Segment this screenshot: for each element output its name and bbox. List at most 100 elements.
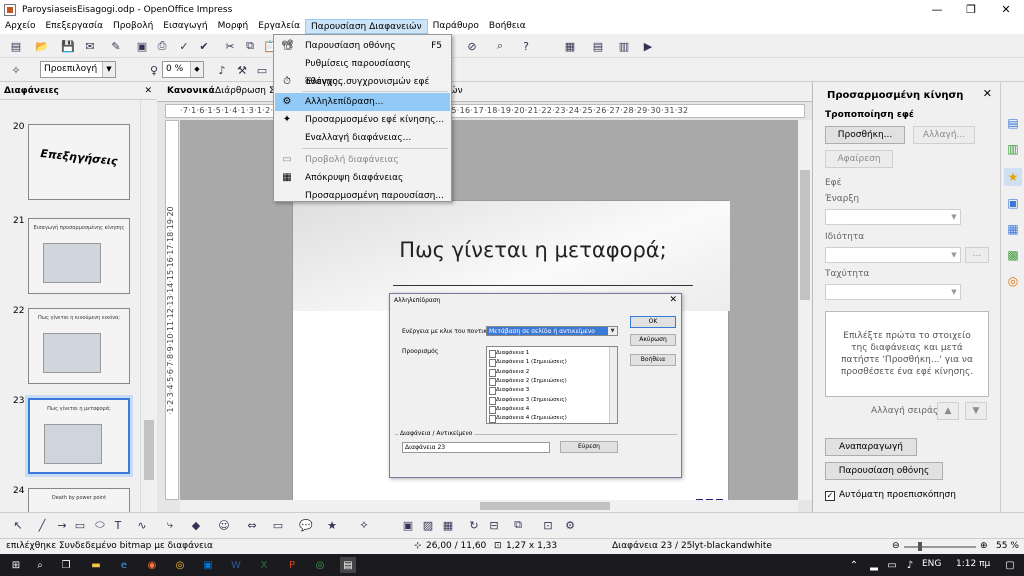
autopreview-checkbox[interactable]: ✓ [825,491,835,501]
callouts-icon[interactable]: 💬 [298,517,314,533]
task-view-icon[interactable]: ❐ [58,557,74,573]
target-input[interactable]: Διαφάνεια 23 [402,442,550,453]
chevron-up-icon[interactable]: ⌃ [846,557,862,573]
dropdown-menu-item[interactable]: Εναλλαγή διαφάνειας... [275,129,450,147]
autospell-icon[interactable]: ✔ [196,38,212,54]
navigator-icon[interactable]: ◎ [1004,272,1022,290]
change-effect-button[interactable]: Αλλαγή... [913,126,975,144]
slideshow-button[interactable]: Παρουσίαση οθόνης [825,462,943,480]
zoom-in-icon[interactable]: ⊕ [980,541,988,551]
menu-item[interactable]: Επεξεργασία [41,19,109,34]
add-effect-button[interactable]: Προσθήκη... [825,126,905,144]
property-select[interactable]: ▼ [825,247,961,263]
slide-layout-icon[interactable]: ▦ [562,38,578,54]
edit-file-icon[interactable]: ✎ [108,38,124,54]
close-icon[interactable]: ✕ [669,295,677,305]
view-tab[interactable]: Διάρθρωση [215,86,266,96]
chrome-icon[interactable]: ◎ [172,557,188,573]
start-select[interactable]: ▼ [825,209,961,225]
crop-icon[interactable]: ♪ [214,62,230,78]
zoom-slider[interactable] [904,546,976,548]
email-icon[interactable]: ✉ [82,38,98,54]
dropdown-menu-item[interactable]: ▭ Προβολή διαφάνειας [275,151,450,169]
connector-icon[interactable]: ⤷ [162,517,178,533]
target-tree-item[interactable]: Διαφάνεια 4 (Σημειώσεις) [489,415,567,423]
view-tab[interactable]: Κανονικά [167,86,215,96]
gallery-toggle-icon[interactable]: ▦ [440,517,456,533]
slide-design-icon[interactable]: ▤ [590,38,606,54]
print-icon[interactable]: ⎙ [154,38,170,54]
network-icon[interactable]: ▂ [866,557,882,573]
dropdown-menu-item[interactable]: Προσαρμοσμένη παρουσίαση... [275,187,450,205]
property-options-button[interactable]: ... [965,247,989,263]
play-button[interactable]: Αναπαραγωγή [825,438,917,456]
fontwork-icon[interactable]: ▣ [400,517,416,533]
menu-item[interactable]: Μορφή [213,19,254,34]
target-tree-item[interactable]: Διαφάνεια 2 (Σημειώσεις) [489,377,567,386]
impress-taskbar-icon[interactable]: ▤ [340,557,356,573]
display-views-icon[interactable]: ▥ [616,38,632,54]
minimize-button[interactable]: — [920,0,954,19]
dropdown-menu-item[interactable]: 📽 Παρουσίαση οθόνης F5 [275,37,450,55]
copy-icon[interactable]: ⧉ [242,38,258,54]
slide-thumbnail[interactable]: Death by power point [28,488,130,512]
battery-icon[interactable]: ▭ [884,557,900,573]
target-tree-item[interactable]: Διαφάνεια 1 [488,350,529,358]
target-tree[interactable]: Διαφάνεια 1 Διαφάνεια 1 (Σημειώσεις) Διαφά… [486,346,618,424]
ellipse-icon[interactable]: ⬭ [92,517,108,533]
custom-animation-icon[interactable]: ★ [1004,168,1022,186]
slide-thumbnail[interactable]: Εισαγωγή προσαρμοσμένης κίνησης [28,218,130,294]
menu-item[interactable]: Εισαγωγή [158,19,212,34]
rotate-icon[interactable]: ↻ [466,517,482,533]
help-icon[interactable]: ? [518,38,534,54]
points-icon[interactable]: ⟡ [356,517,372,533]
dropdown-menu-item[interactable]: ⚙ Αλληλεπίδραση... [275,93,450,111]
powerpoint-icon[interactable]: P [284,557,300,573]
clock[interactable]: 1:12 πμ [956,559,990,569]
save-icon[interactable]: 💾 [60,38,76,54]
block-arrows-icon[interactable]: ⇔ [244,517,260,533]
curve-icon[interactable]: ∿ [134,517,150,533]
excel-icon[interactable]: X [256,557,272,573]
slide-title[interactable]: Πως γίνεται η μεταφορά; [353,238,713,262]
arrange-icon[interactable]: ⧉ [510,517,526,533]
target-tree-item[interactable]: Διαφάνεια 3 (Σημειώσεις) [489,396,567,405]
master-pages-icon[interactable]: ▥ [1004,140,1022,158]
target-tree-item[interactable]: Διαφάνεια 3 [488,387,529,396]
export-pdf-icon[interactable]: ▣ [134,38,150,54]
vertical-scrollbar[interactable] [798,120,812,500]
scroll-thumb[interactable] [480,502,610,510]
rectangle-icon[interactable]: ▭ [72,517,88,533]
flowchart-icon[interactable]: ▭ [270,517,286,533]
menu-item[interactable]: Παρουσίαση Διαφανειών [305,19,428,34]
scroll-thumb[interactable] [800,170,810,300]
layouts-icon[interactable]: ▦ [1004,220,1022,238]
extrusion-icon[interactable]: ⊡ [540,517,556,533]
target-tree-item[interactable]: Διαφάνεια 1 (Σημειώσεις) [489,359,567,368]
scroll-thumb[interactable] [144,420,154,480]
slide-transition-icon[interactable]: ▣ [1004,194,1022,212]
navigator-icon[interactable]: ⊘ [464,38,480,54]
cut-icon[interactable]: ✂ [222,38,238,54]
zoom-icon[interactable]: ⌕ [492,38,508,54]
target-tree-scrollbar[interactable] [609,347,617,423]
slides-scrollbar[interactable] [140,100,156,512]
transparency-input[interactable]: 0 % ◆ [162,61,204,78]
symbol-shapes-icon[interactable]: ☺ [216,517,232,533]
close-icon[interactable]: ✕ [983,87,992,100]
properties-icon[interactable]: ▤ [1004,114,1022,132]
arrow-line-icon[interactable]: → [54,517,70,533]
gallery-icon[interactable]: ▩ [1004,246,1022,264]
format-paintbrush-icon[interactable]: ⚒ [234,62,250,78]
slideshow-icon[interactable]: ▶ [640,38,656,54]
open-folder-icon[interactable]: 📂 [34,38,50,54]
move-up-arrow-icon[interactable]: ▲ [937,402,959,420]
interaction-icon[interactable]: ⚙ [562,517,578,533]
close-window-button[interactable]: ✕ [989,0,1023,19]
align-icon[interactable]: ⊟ [486,517,502,533]
remove-effect-button[interactable]: Αφαίρεση [825,150,893,168]
shadow-icon[interactable]: ▭ [254,62,270,78]
new-document-icon[interactable]: ▤ [8,38,24,54]
close-icon[interactable]: ✕ [144,82,152,100]
file-explorer-icon[interactable]: ▬ [88,557,104,573]
